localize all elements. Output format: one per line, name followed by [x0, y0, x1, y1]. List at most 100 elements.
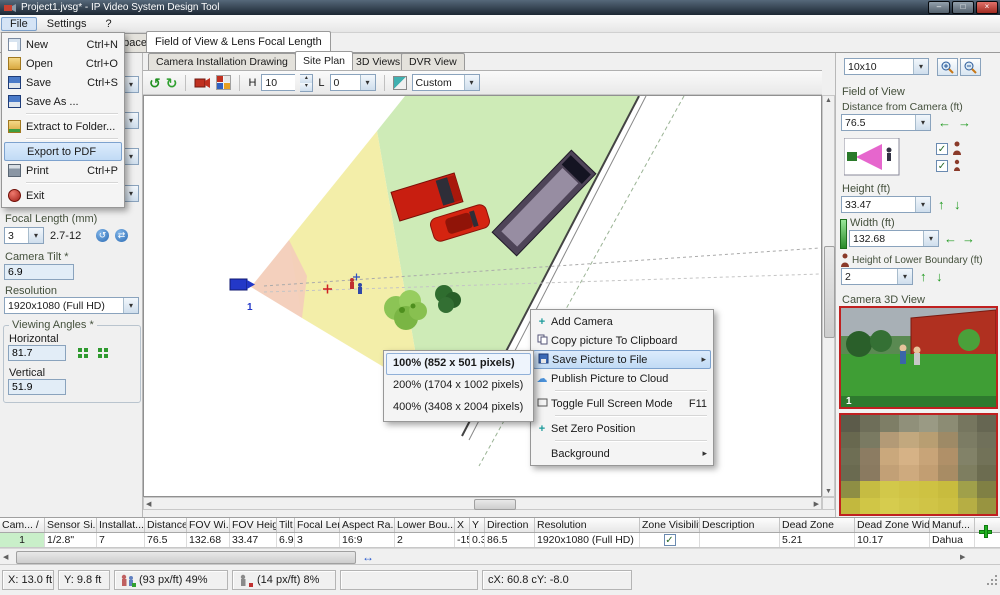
add-camera-icon[interactable] — [194, 76, 211, 89]
minimize-button[interactable]: – — [928, 1, 950, 14]
zoom-out-button[interactable] — [960, 58, 981, 76]
vertical-angle-input[interactable] — [8, 379, 66, 395]
col-header[interactable]: Aspect Ra... — [340, 518, 395, 532]
table-cell[interactable]: 16:9 — [340, 533, 395, 547]
spinner-down-icon[interactable]: ▾ — [300, 83, 312, 91]
menu-settings[interactable]: Settings — [38, 17, 96, 31]
scroll-thumb[interactable] — [824, 246, 835, 338]
scroll-down-icon[interactable]: ▼ — [824, 488, 833, 495]
scroll-thumb[interactable] — [16, 551, 356, 564]
menu-item-export-to-pdf[interactable]: Export to PDF — [4, 142, 122, 161]
scroll-right-icon[interactable]: ▶ — [960, 553, 965, 561]
table-cell[interactable]: -15 — [455, 533, 470, 547]
table-horizontal-scrollbar[interactable]: ◀ ↔ ▶ — [0, 548, 1000, 564]
col-header[interactable]: Y — [470, 518, 485, 532]
zone-color-swatch[interactable] — [393, 76, 407, 90]
grid-size-combo[interactable]: 10x10▾ — [844, 58, 929, 75]
height-increase-icon[interactable]: ↑ — [938, 198, 945, 211]
tab-site-plan[interactable]: Site Plan — [295, 51, 353, 70]
table-cell[interactable]: 3 — [295, 533, 340, 547]
table-cell[interactable]: 1920x1080 (Full HD) — [535, 533, 640, 547]
l-combo[interactable]: 0▾ — [330, 74, 376, 91]
rotate-left-icon[interactable]: ↺ — [149, 76, 161, 90]
scroll-thumb[interactable] — [474, 499, 516, 510]
distance-increase-icon[interactable]: → — [958, 116, 971, 129]
col-header[interactable]: FOV Heig... — [230, 518, 277, 532]
distance-combo[interactable]: 76.5▾ — [841, 114, 931, 131]
table-cell[interactable]: 33.47 — [230, 533, 277, 547]
lower-boundary-down-icon[interactable]: ↓ — [936, 270, 943, 283]
column-splitter-icon[interactable]: ↔ — [362, 550, 374, 564]
col-header[interactable]: Sensor Si.. — [45, 518, 97, 532]
context-item-publish-cloud[interactable]: ☁ Publish Picture to Cloud — [533, 369, 711, 388]
table-cell[interactable]: 76.5 — [145, 533, 187, 547]
person-visibility-checkbox[interactable]: ✓ — [936, 143, 948, 155]
preset-combo[interactable]: Custom▾ — [412, 74, 480, 91]
camera-table-row[interactable]: 1 1/2.8" 7 76.5 132.68 33.47 6.9 3 16:9 … — [0, 533, 1000, 548]
menu-item-new[interactable]: New Ctrl+N — [4, 35, 122, 54]
context-item-add-camera[interactable]: + Add Camera — [533, 312, 711, 331]
h-spinner[interactable]: ▴ ▾ — [300, 74, 313, 92]
close-button[interactable]: × — [976, 1, 998, 14]
context-item-background[interactable]: Background ▸ — [533, 444, 711, 463]
col-header[interactable]: Focal Len... — [295, 518, 340, 532]
col-header[interactable]: Description — [700, 518, 780, 532]
scroll-up-icon[interactable]: ▲ — [824, 97, 833, 104]
table-cell[interactable]: 6.9 — [277, 533, 295, 547]
zone-visibility-checkbox[interactable]: ✓ — [664, 534, 676, 546]
h-value-input[interactable]: 10 — [261, 74, 295, 91]
col-header[interactable]: Installat... — [97, 518, 145, 532]
col-header[interactable]: Dead Zone — [780, 518, 855, 532]
menu-item-open[interactable]: Open Ctrl+O — [4, 54, 122, 73]
submenu-item-400[interactable]: 400% (3408 x 2004 pixels) — [386, 397, 531, 419]
lower-boundary-up-icon[interactable]: ↑ — [920, 270, 927, 283]
col-header[interactable]: Zone Visibility — [640, 518, 700, 532]
tab-dvr-view[interactable]: DVR View — [401, 53, 465, 70]
angle-grid-icon[interactable] — [98, 348, 102, 352]
distance-decrease-icon[interactable]: ← — [938, 116, 951, 129]
resolution-combo[interactable]: 1920x1080 (Full HD)▾ — [4, 297, 139, 314]
table-cell[interactable]: Dahua — [930, 533, 975, 547]
col-header[interactable]: Lower Bou... — [395, 518, 455, 532]
width-widen-icon[interactable]: → — [962, 232, 975, 245]
camera-1[interactable] — [230, 279, 255, 290]
submenu-item-100[interactable]: 100% (852 x 501 pixels) — [386, 353, 531, 375]
col-header[interactable]: Manuf... — [930, 518, 975, 532]
menu-item-exit[interactable]: Exit — [4, 186, 122, 205]
camera-3d-view-image[interactable]: 1 — [839, 306, 998, 409]
table-cell[interactable] — [700, 533, 780, 547]
table-cell[interactable]: 1 — [0, 533, 45, 547]
person-visibility-checkbox-2[interactable]: ✓ — [936, 160, 948, 172]
zoom-in-button[interactable] — [937, 58, 958, 76]
context-item-save-picture[interactable]: Save Picture to File ▸ — [533, 350, 711, 369]
site-plan-canvas[interactable]: 1 — [143, 95, 822, 497]
canvas-vertical-scrollbar[interactable]: ▲ ▼ — [822, 95, 835, 497]
resize-grip-icon[interactable] — [985, 573, 999, 587]
lower-boundary-combo[interactable]: 2▾ — [841, 268, 913, 285]
context-item-set-zero-position[interactable]: + Set Zero Position — [533, 419, 711, 438]
col-header[interactable]: Resolution — [535, 518, 640, 532]
horizontal-angle-input[interactable] — [8, 345, 66, 361]
context-item-toggle-fullscreen[interactable]: Toggle Full Screen Mode F11 — [533, 394, 711, 413]
menu-help[interactable]: ? — [96, 17, 120, 31]
menu-item-print[interactable]: Print Ctrl+P — [4, 161, 122, 180]
col-header[interactable]: X — [455, 518, 470, 532]
col-header[interactable]: Cam... / — [0, 518, 45, 532]
height-decrease-icon[interactable]: ↓ — [954, 198, 961, 211]
angle-grid-icon[interactable] — [78, 348, 82, 352]
width-combo[interactable]: 132.68▾ — [849, 230, 939, 247]
height-combo[interactable]: 33.47▾ — [841, 196, 931, 213]
table-cell[interactable]: 86.5 — [485, 533, 535, 547]
table-cell[interactable]: 132.68 — [187, 533, 230, 547]
menu-item-extract-to-folder[interactable]: Extract to Folder... — [4, 117, 122, 136]
col-header[interactable]: Dead Zone Width — [855, 518, 930, 532]
tab-field-of-view[interactable]: Field of View & Lens Focal Length — [146, 31, 331, 52]
canvas-horizontal-scrollbar[interactable]: ◀ ▶ — [143, 497, 822, 510]
col-header[interactable]: Direction — [485, 518, 535, 532]
scroll-left-icon[interactable]: ◀ — [146, 500, 151, 508]
focal-length-combo[interactable]: 3▾ — [4, 227, 44, 244]
table-cell[interactable]: 7 — [97, 533, 145, 547]
menu-file[interactable]: File — [1, 17, 37, 31]
submenu-item-200[interactable]: 200% (1704 x 1002 pixels) — [386, 375, 531, 397]
camera-tilt-input[interactable] — [4, 264, 74, 280]
